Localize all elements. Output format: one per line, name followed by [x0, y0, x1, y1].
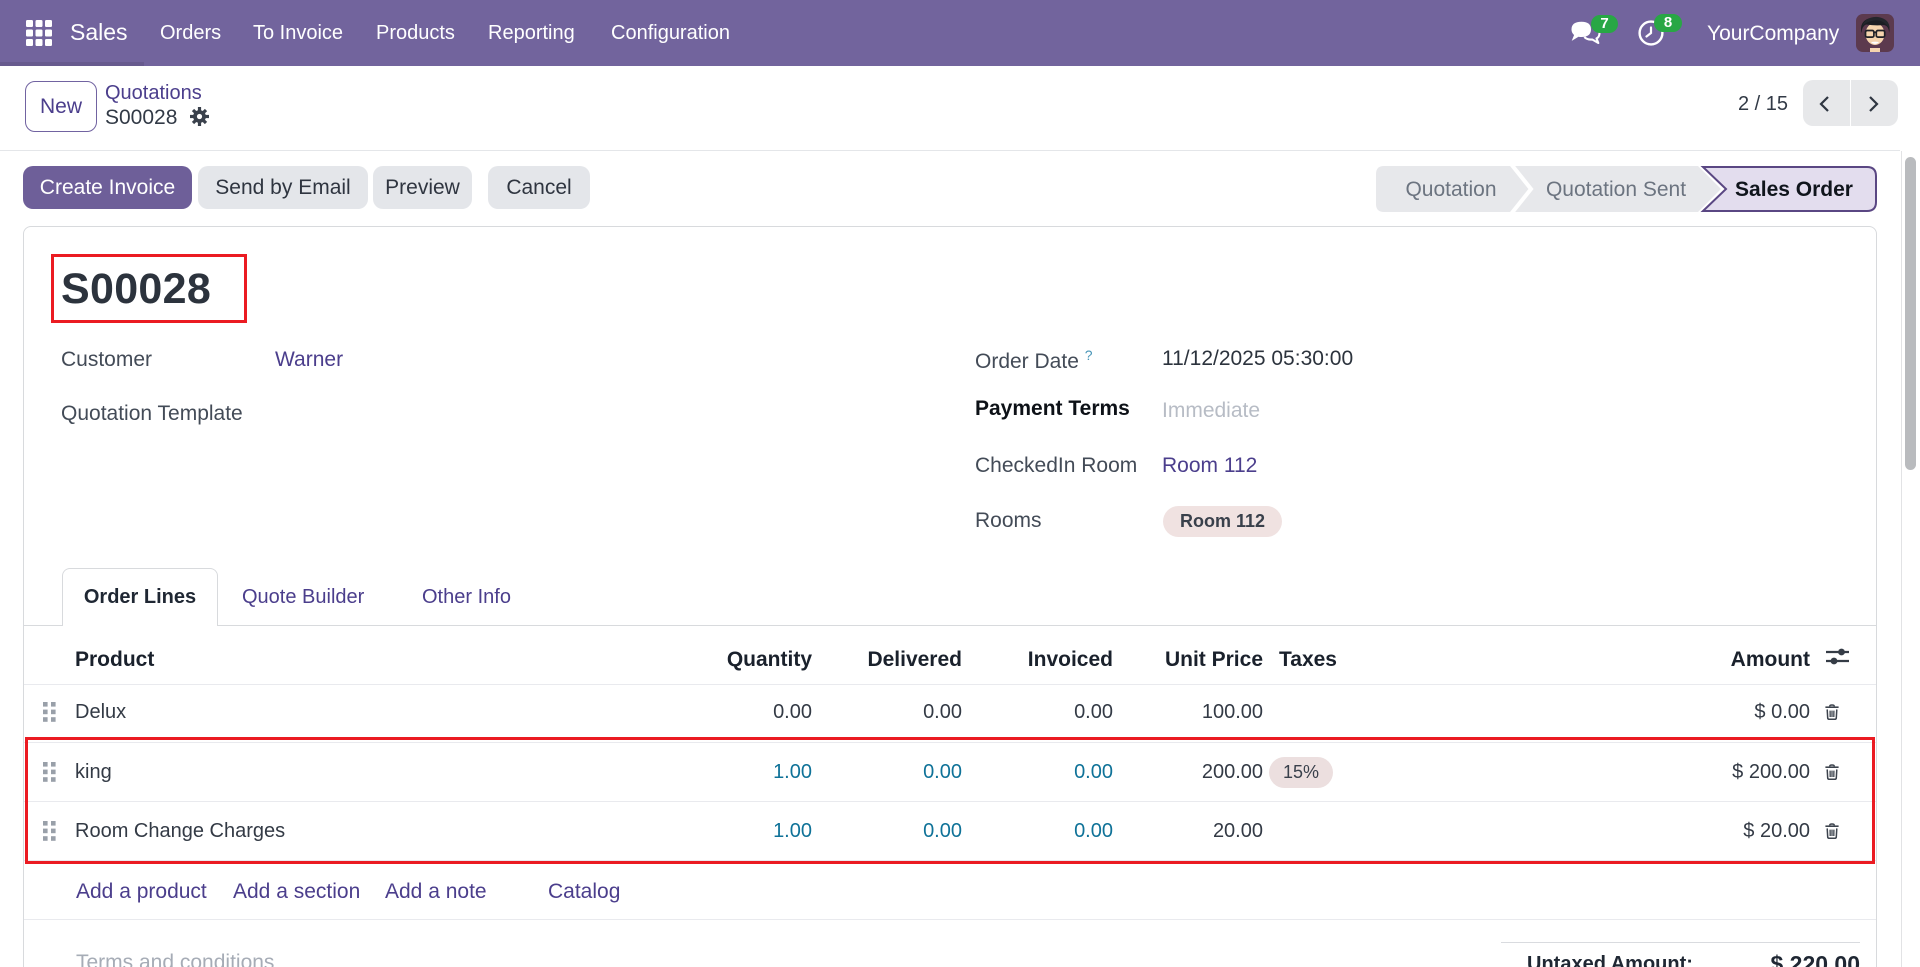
svg-text:Quotation Sent: Quotation Sent: [1546, 178, 1686, 201]
svg-text:Sales Order: Sales Order: [1735, 178, 1853, 201]
svg-text:Quotation: Quotation: [1405, 178, 1496, 201]
